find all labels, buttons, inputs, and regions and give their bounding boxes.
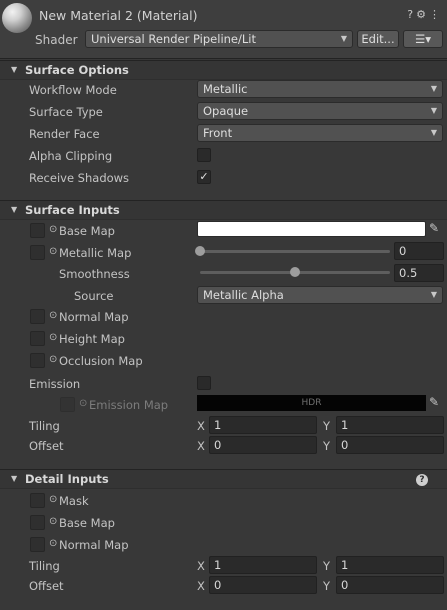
object-picker-icon[interactable]: ⊙ <box>49 310 57 321</box>
material-preview-sphere[interactable] <box>2 3 32 33</box>
offset-y-label: Y <box>323 439 331 453</box>
detail-tiling-label: Tiling <box>29 559 60 573</box>
detail-offset-y-label: Y <box>323 579 331 593</box>
eyedropper-icon[interactable]: ✎ <box>429 221 439 235</box>
offset-y-field[interactable]: 0 <box>336 436 444 454</box>
occlusion-map-label: Occlusion Map <box>59 354 143 368</box>
alpha-clipping-checkbox[interactable] <box>197 148 211 162</box>
metallic-map-label: Metallic Map <box>59 246 132 260</box>
material-title: New Material 2 (Material) <box>39 8 198 23</box>
detail-base-map-label: Base Map <box>59 516 115 530</box>
source-value: Metallic Alpha <box>203 288 284 302</box>
normal-map-texture-slot[interactable] <box>30 309 45 324</box>
source-label: Source <box>74 289 114 303</box>
foldout-arrow-icon[interactable]: ▼ <box>11 65 17 74</box>
chevron-down-icon: ▼ <box>430 106 437 115</box>
smoothness-slider-thumb[interactable] <box>290 267 300 277</box>
object-picker-icon[interactable]: ⊙ <box>49 246 57 257</box>
tiling-y-label: Y <box>323 419 331 433</box>
help-icon[interactable]: ? <box>416 474 428 486</box>
detail-tiling-x-label: X <box>197 559 205 573</box>
section-title-detail-inputs: Detail Inputs <box>25 472 109 486</box>
surface-type-dropdown[interactable]: Opaque ▼ <box>197 102 443 120</box>
metallic-map-texture-slot[interactable] <box>30 245 45 260</box>
section-title-surface-inputs: Surface Inputs <box>25 203 120 217</box>
height-map-label: Height Map <box>59 332 125 346</box>
metallic-slider-thumb[interactable] <box>195 246 205 256</box>
detail-offset-label: Offset <box>29 579 64 593</box>
receive-shadows-label: Receive Shadows <box>29 171 130 185</box>
shader-value: Universal Render Pipeline/Lit <box>91 32 256 46</box>
object-picker-icon[interactable]: ⊙ <box>49 516 57 527</box>
shader-label: Shader <box>35 33 78 47</box>
chevron-down-icon: ▼ <box>430 128 437 137</box>
chevron-down-icon: ▼ <box>340 34 347 43</box>
emission-label: Emission <box>29 377 81 391</box>
settings-icon[interactable]: ⚙ <box>416 8 429 21</box>
header-icons[interactable]: ?⚙⋮ <box>407 8 443 21</box>
alpha-clipping-label: Alpha Clipping <box>29 149 113 163</box>
smoothness-label: Smoothness <box>59 267 130 281</box>
base-map-label: Base Map <box>59 224 115 238</box>
workflow-mode-value: Metallic <box>203 82 248 96</box>
detail-tiling-y-label: Y <box>323 559 331 573</box>
foldout-arrow-icon[interactable]: ▼ <box>11 205 17 214</box>
source-dropdown[interactable]: Metallic Alpha ▼ <box>197 286 443 304</box>
list-icon[interactable]: ☰▾ <box>403 30 443 48</box>
surface-type-value: Opaque <box>203 104 249 118</box>
tiling-x-field[interactable]: 1 <box>209 416 317 434</box>
metallic-value-field[interactable]: 0 <box>394 242 444 260</box>
emission-map-label: Emission Map <box>89 398 169 412</box>
emission-checkbox[interactable] <box>197 376 211 390</box>
render-face-dropdown[interactable]: Front ▼ <box>197 124 443 142</box>
offset-x-field[interactable]: 0 <box>209 436 317 454</box>
section-title-surface-options: Surface Options <box>25 63 129 77</box>
workflow-mode-label: Workflow Mode <box>29 83 117 97</box>
metallic-slider-track[interactable] <box>200 250 390 253</box>
edit-shader-button[interactable]: Edit... <box>357 30 399 48</box>
more-icon[interactable]: ⋮ <box>429 8 443 21</box>
chevron-down-icon: ▼ <box>430 84 437 93</box>
object-picker-icon[interactable]: ⊙ <box>49 538 57 549</box>
eyedropper-icon[interactable]: ✎ <box>429 395 439 409</box>
receive-shadows-checkbox[interactable]: ✓ <box>197 170 211 184</box>
help-icon[interactable]: ? <box>407 8 416 21</box>
detail-tiling-x-field[interactable]: 1 <box>209 556 317 574</box>
tiling-y-field[interactable]: 1 <box>336 416 444 434</box>
detail-offset-x-label: X <box>197 579 205 593</box>
base-map-texture-slot[interactable] <box>30 223 45 238</box>
foldout-arrow-icon[interactable]: ▼ <box>11 474 17 483</box>
detail-offset-y-field[interactable]: 0 <box>336 576 444 594</box>
object-picker-icon[interactable]: ⊙ <box>49 354 57 365</box>
object-picker-icon[interactable]: ⊙ <box>49 332 57 343</box>
emission-color-field[interactable]: HDR <box>197 395 426 411</box>
occlusion-map-texture-slot[interactable] <box>30 353 45 368</box>
detail-normal-map-texture-slot[interactable] <box>30 537 45 552</box>
detail-base-map-texture-slot[interactable] <box>30 515 45 530</box>
detail-normal-map-label: Normal Map <box>59 538 129 552</box>
render-face-value: Front <box>203 126 233 140</box>
shader-dropdown[interactable]: Universal Render Pipeline/Lit ▼ <box>85 30 353 48</box>
chevron-down-icon: ▼ <box>430 290 437 299</box>
object-picker-icon[interactable]: ⊙ <box>49 224 57 235</box>
tiling-label: Tiling <box>29 419 60 433</box>
height-map-texture-slot[interactable] <box>30 331 45 346</box>
detail-tiling-y-field[interactable]: 1 <box>336 556 444 574</box>
normal-map-label: Normal Map <box>59 310 129 324</box>
surface-type-label: Surface Type <box>29 105 103 119</box>
render-face-label: Render Face <box>29 127 100 141</box>
offset-x-label: X <box>197 439 205 453</box>
tiling-x-label: X <box>197 419 205 433</box>
object-picker-icon[interactable]: ⊙ <box>79 398 87 409</box>
emission-map-texture-slot[interactable] <box>60 397 75 412</box>
offset-label: Offset <box>29 439 64 453</box>
detail-mask-texture-slot[interactable] <box>30 493 45 508</box>
object-picker-icon[interactable]: ⊙ <box>49 494 57 505</box>
base-map-color-field[interactable] <box>197 221 426 237</box>
detail-mask-label: Mask <box>59 494 89 508</box>
workflow-mode-dropdown[interactable]: Metallic ▼ <box>197 80 443 98</box>
detail-offset-x-field[interactable]: 0 <box>209 576 317 594</box>
smoothness-value-field[interactable]: 0.5 <box>394 264 444 282</box>
